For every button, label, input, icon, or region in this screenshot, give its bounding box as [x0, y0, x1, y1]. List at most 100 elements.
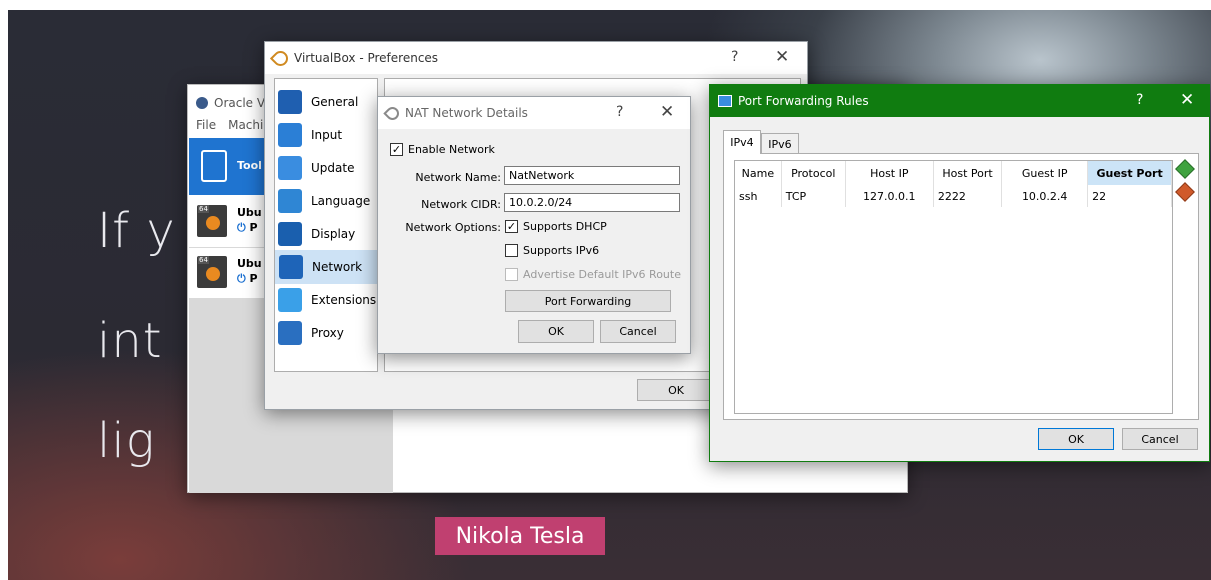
nav-item-update[interactable]: Update: [274, 151, 378, 185]
column-header[interactable]: Guest IP: [1001, 161, 1089, 185]
column-header[interactable]: Host Port: [933, 161, 1003, 185]
nat-help-button[interactable]: ?: [616, 104, 623, 120]
tab-ipv6[interactable]: IPv6: [761, 133, 799, 154]
network-icon: [279, 255, 303, 279]
vm-os-mark: [206, 267, 220, 281]
column-header[interactable]: Protocol: [781, 161, 846, 185]
column-header[interactable]: Host IP: [845, 161, 934, 185]
background-text-line-2: int: [97, 313, 163, 369]
nav-item-label: Network: [312, 260, 363, 274]
tools-icon: [201, 150, 227, 182]
extensions-icon: [278, 288, 302, 312]
network-options-label: Network Options:: [405, 221, 501, 234]
wrench-icon: [269, 47, 292, 69]
vm-os-mark: [206, 216, 220, 230]
proxy-icon: [278, 321, 302, 345]
port-forwarding-button[interactable]: Port Forwarding: [505, 290, 671, 312]
network-cidr-label: Network CIDR:: [421, 198, 501, 211]
nav-item-general[interactable]: General: [274, 85, 378, 119]
rules-table-frame: Name Protocol Host IP Host Port Guest IP Gues…: [734, 160, 1173, 414]
pfr-title: Port Forwarding Rules: [738, 94, 869, 108]
pfr-title-bar: Port Forwarding Rules ? ✕: [710, 85, 1209, 117]
pfr-ok-button[interactable]: OK: [1038, 428, 1114, 450]
nat-close-button[interactable]: ✕: [660, 102, 674, 122]
general-icon: [278, 90, 302, 114]
cell-protocol[interactable]: TCP: [781, 185, 846, 207]
add-rule-icon[interactable]: [1175, 159, 1195, 179]
enable-network-checkbox[interactable]: ✓ Enable Network: [390, 143, 495, 156]
table-row[interactable]: ssh TCP 127.0.0.1 2222 10.0.2.4 22: [735, 185, 1172, 207]
supports-ipv6-checkbox[interactable]: Supports IPv6: [505, 244, 599, 257]
nav-item-label: Extensions: [311, 293, 377, 307]
rules-table: Name Protocol Host IP Host Port Guest IP Gues…: [735, 161, 1172, 207]
supports-dhcp-checkbox[interactable]: ✓ Supports DHCP: [505, 220, 607, 233]
checkbox-box: ✓: [390, 143, 403, 156]
network-name-input[interactable]: [504, 166, 680, 185]
vm-state: ⏻ P: [237, 272, 258, 285]
update-icon: [278, 156, 302, 180]
nat-network-details-dialog: NAT Network Details ? ✕ ✓ Enable Network…: [377, 96, 691, 354]
menu-machine[interactable]: Machi: [228, 118, 263, 132]
nav-item-display[interactable]: Display: [274, 217, 378, 251]
nav-item-label: Proxy: [311, 326, 344, 340]
preferences-title: VirtualBox - Preferences: [294, 51, 439, 65]
tab-ipv4[interactable]: IPv4: [723, 130, 761, 154]
tools-item[interactable]: Tool: [189, 138, 265, 195]
checkbox-box: [505, 244, 518, 257]
vm-name: Ubu: [237, 206, 262, 219]
vm-badge: 64: [198, 205, 209, 213]
ubuntu-vm-icon: 64: [197, 205, 227, 237]
virtualbox-logo-icon: [196, 97, 208, 109]
manager-menu-bar: File Machi: [196, 118, 263, 132]
remove-rule-icon[interactable]: [1175, 182, 1195, 202]
nat-title-bar: NAT Network Details ? ✕: [378, 97, 690, 129]
pfr-cancel-button[interactable]: Cancel: [1122, 428, 1198, 450]
quote-author: Nikola Tesla: [435, 517, 605, 555]
nat-ok-button[interactable]: OK: [518, 320, 594, 343]
nat-cancel-button[interactable]: Cancel: [600, 320, 676, 343]
cell-host-ip[interactable]: 127.0.0.1: [845, 185, 934, 207]
enable-network-label: Enable Network: [408, 143, 495, 156]
nav-item-language[interactable]: Language: [274, 184, 378, 218]
vm-item-2[interactable]: 64 Ubu ⏻ P: [189, 248, 265, 298]
supports-ipv6-label: Supports IPv6: [523, 244, 600, 257]
nav-item-proxy[interactable]: Proxy: [274, 316, 378, 350]
background-text-line-3: lig: [97, 413, 156, 469]
vm-item-1[interactable]: 64 Ubu ⏻ P: [189, 197, 265, 247]
nav-item-network[interactable]: Network: [275, 250, 377, 284]
menu-file[interactable]: File: [196, 118, 216, 132]
network-cidr-input[interactable]: [504, 193, 680, 212]
rules-tab-panel: Name Protocol Host IP Host Port Guest IP Gues…: [723, 153, 1199, 420]
wrench-icon: [383, 103, 402, 123]
nat-title: NAT Network Details: [405, 106, 528, 120]
tools-label: Tool: [237, 159, 262, 172]
nav-item-extensions[interactable]: Extensions: [274, 283, 378, 317]
column-header[interactable]: Name: [735, 161, 782, 185]
cell-guest-ip[interactable]: 10.0.2.4: [1001, 185, 1089, 207]
vm-name: Ubu: [237, 257, 262, 270]
nav-item-label: General: [311, 95, 359, 109]
help-button[interactable]: ?: [731, 49, 738, 65]
cell-name[interactable]: ssh: [735, 185, 782, 207]
pfr-help-button[interactable]: ?: [1136, 92, 1143, 108]
checkbox-box: [505, 268, 518, 281]
network-name-label: Network Name:: [415, 171, 501, 184]
column-header[interactable]: Guest Port: [1087, 161, 1172, 185]
nav-item-label: Language: [311, 194, 371, 208]
port-forwarding-icon: [718, 95, 732, 107]
advertise-ipv6-route-label: Advertise Default IPv6 Route: [523, 268, 681, 281]
vm-badge: 64: [198, 256, 209, 264]
nav-item-input[interactable]: Input: [274, 118, 378, 152]
preferences-ok-button[interactable]: OK: [637, 379, 715, 401]
background-text-line-1: If y: [97, 203, 176, 259]
pfr-close-button[interactable]: ✕: [1180, 90, 1194, 110]
checkbox-box: ✓: [505, 220, 518, 233]
preferences-title-bar: VirtualBox - Preferences ? ✕: [265, 42, 807, 74]
screen-left-edge: [0, 0, 8, 580]
cell-guest-port[interactable]: 22: [1087, 185, 1172, 207]
manager-title: Oracle Vi: [214, 96, 269, 110]
nav-item-label: Display: [311, 227, 356, 241]
close-button[interactable]: ✕: [775, 47, 789, 67]
nav-item-label: Input: [311, 128, 343, 142]
cell-host-port[interactable]: 2222: [933, 185, 1003, 207]
